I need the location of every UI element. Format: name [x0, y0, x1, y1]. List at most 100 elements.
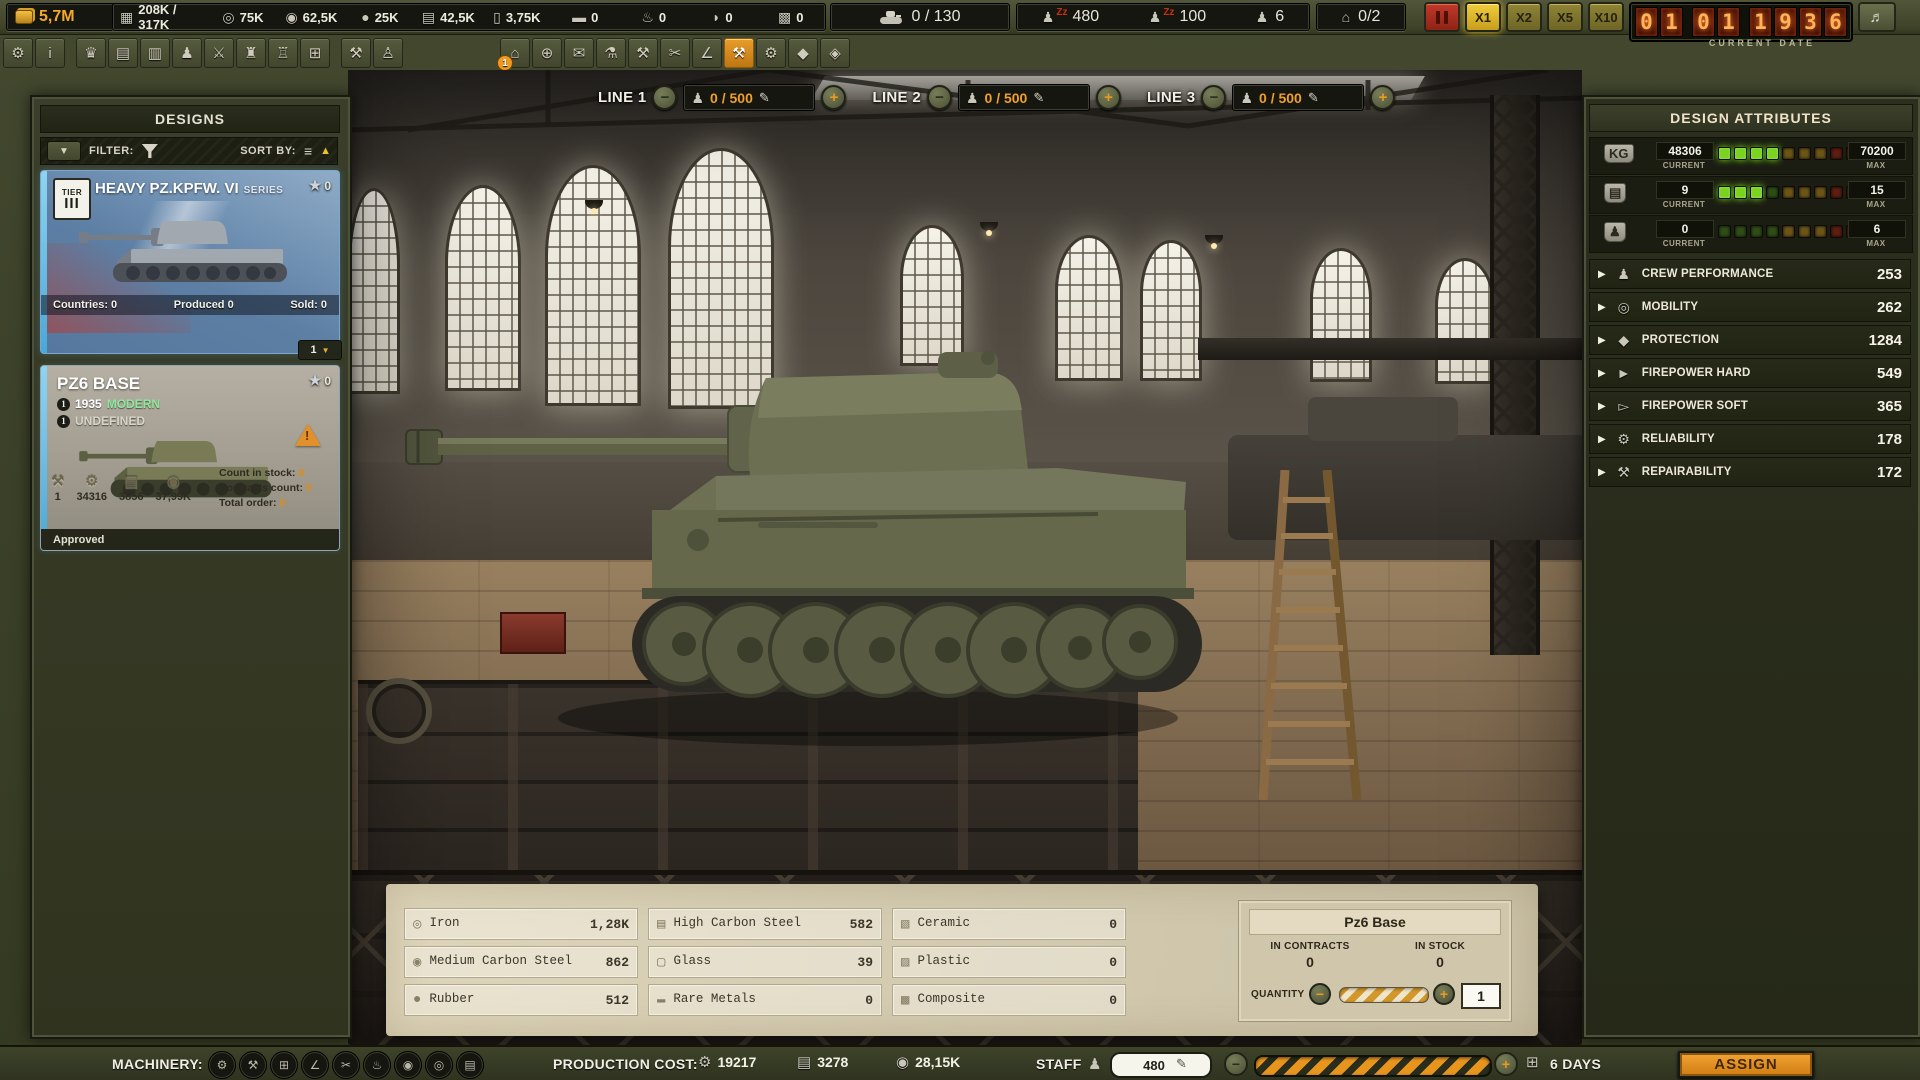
quantity-decrease-button[interactable]: − [1309, 983, 1331, 1005]
attr-repairability[interactable]: ▶ ⚒ REPAIRABILITY 172 [1589, 457, 1911, 487]
info-icon[interactable]: i [35, 38, 65, 68]
furnace-machine-icon[interactable]: ♨ [363, 1051, 391, 1079]
staff-decrease-button[interactable]: − [1224, 1052, 1248, 1076]
quantity-input[interactable] [1461, 983, 1501, 1009]
resource-item: ▬ 0 [551, 4, 619, 30]
mechanic-icon[interactable]: ⚒ [341, 38, 371, 68]
production-hammer-icon[interactable]: ⚒ [724, 38, 754, 68]
gauge-led [1734, 147, 1747, 160]
expand-arrow-icon[interactable]: ▶ [1598, 368, 1606, 379]
expand-arrow-icon[interactable]: ▶ [1598, 401, 1606, 412]
tank-depot-icon[interactable]: ◆ [788, 38, 818, 68]
attr-reliability[interactable]: ▶ ⚙ RELIABILITY 178 [1589, 424, 1911, 454]
speed-x10-button[interactable]: X10 [1588, 2, 1624, 32]
megaphone-icon[interactable]: ♬ [1858, 2, 1896, 32]
speed-x2-button[interactable]: X2 [1506, 2, 1542, 32]
in-contracts-label: IN CONTRACTS [1245, 941, 1375, 952]
design-card-series[interactable]: TIER III HEAVY PZ.KPFW. VISERIES ★0 Coun… [40, 170, 340, 354]
sort-icon[interactable]: ≡ [304, 143, 312, 159]
line-increase-button[interactable]: + [821, 85, 846, 110]
speed-x5-button[interactable]: X5 [1547, 2, 1583, 32]
line-decrease-button[interactable]: − [1201, 85, 1226, 110]
settings-icon[interactable]: ⚙ [3, 38, 33, 68]
gauge-led [1734, 225, 1747, 238]
toolbar-glyph: ⚒ [349, 44, 362, 62]
expand-arrow-icon[interactable]: ▶ [1598, 302, 1606, 313]
staff-slider[interactable] [1254, 1055, 1492, 1077]
edit-icon[interactable]: ✎ [759, 90, 770, 106]
cost-icon: ⚙ [698, 1053, 711, 1071]
expand-arrow-icon[interactable]: ▶ [1598, 335, 1606, 346]
staff-count-input[interactable] [1110, 1052, 1212, 1078]
press-machine-icon[interactable]: ⊞ [270, 1051, 298, 1079]
edit-icon[interactable]: ✎ [1308, 90, 1319, 106]
assign-button[interactable]: ASSIGN [1678, 1051, 1814, 1078]
newspaper-icon[interactable]: ▤ [108, 38, 138, 68]
material-label: Medium Carbon Steel [429, 955, 597, 968]
city-icon[interactable]: ♜ [236, 38, 266, 68]
reports-icon[interactable]: ▥ [140, 38, 170, 68]
agents-icon[interactable]: ♟ [172, 38, 202, 68]
quantity-slider[interactable] [1339, 987, 1429, 1003]
collapse-dropdown-button[interactable]: ▼ [47, 141, 81, 161]
welder-machine-icon[interactable]: ∠ [301, 1051, 329, 1079]
expand-arrow-icon[interactable]: ▶ [1598, 467, 1606, 478]
tuning-icon[interactable]: ✂ [660, 38, 690, 68]
workshop-icon[interactable]: ⚒ [628, 38, 658, 68]
line-3: LINE 3 − ♟ 0 / 500 ✎ + [1147, 84, 1395, 111]
attr-firepower-soft[interactable]: ▶ ▻ FIREPOWER SOFT 365 [1589, 391, 1911, 421]
material-glass: ▢ Glass 39 [648, 946, 882, 978]
info-icon[interactable]: 1 [57, 415, 70, 428]
worker-icon: ♟ [1240, 91, 1253, 105]
drill-machine-icon[interactable]: ✂ [332, 1051, 360, 1079]
vault-icon[interactable]: ⊞ [300, 38, 330, 68]
attr-protection[interactable]: ▶ ◆ PROTECTION 1284 [1589, 325, 1911, 355]
pause-button[interactable] [1424, 2, 1460, 32]
milling-machine-icon[interactable]: ⚒ [239, 1051, 267, 1079]
attr-mobility[interactable]: ▶ ◎ MOBILITY 262 [1589, 292, 1911, 322]
edit-icon[interactable]: ✎ [1176, 1056, 1187, 1072]
attr-firepower-hard[interactable]: ▶ ► FIREPOWER HARD 549 [1589, 358, 1911, 388]
filter-funnel-icon[interactable] [142, 144, 158, 158]
contracts-icon[interactable]: ✉ [564, 38, 594, 68]
engine-icon[interactable]: ⚙ [756, 38, 786, 68]
iron-pipes-icon: ◎ [222, 10, 234, 24]
speed-x1-button[interactable]: X1 [1465, 2, 1501, 32]
military-icon[interactable]: ⚔ [204, 38, 234, 68]
expand-arrow-icon[interactable]: ▶ [1598, 269, 1606, 280]
leather-icon: ▯ [493, 10, 501, 24]
tank-defense-icon[interactable]: ◈ [820, 38, 850, 68]
design-tools-icon[interactable]: ∠ [692, 38, 722, 68]
sort-direction-icon[interactable]: ▲ [320, 145, 331, 157]
engineer-icon[interactable]: ♙ [373, 38, 403, 68]
revision-dropdown[interactable]: 1 ▼ [298, 340, 342, 360]
money-panel: 5,7M [6, 3, 124, 31]
max-label: MAX [1848, 200, 1904, 209]
expand-arrow-icon[interactable]: ▶ [1598, 434, 1606, 445]
warning-icon[interactable] [295, 424, 321, 446]
achievements-icon[interactable]: ♛ [76, 38, 106, 68]
edit-icon[interactable]: ✎ [1033, 90, 1044, 106]
line-increase-button[interactable]: + [1370, 85, 1395, 110]
conveyor-machine-icon[interactable]: ▤ [456, 1051, 484, 1079]
gauge-led [1718, 147, 1731, 160]
gauge-current-value: 0 [1656, 220, 1714, 238]
grinder-machine-icon[interactable]: ◉ [394, 1051, 422, 1079]
toolbar-glyph: ♛ [84, 44, 97, 62]
world-market-icon[interactable]: ⊕ [532, 38, 562, 68]
material-high-carbon-steel: ▤ High Carbon Steel 582 [648, 908, 882, 940]
staff-increase-button[interactable]: + [1494, 1052, 1518, 1076]
lathe-machine-icon[interactable]: ⚙ [208, 1051, 236, 1079]
crane-machine-icon[interactable]: ◎ [425, 1051, 453, 1079]
info-icon[interactable]: 1 [57, 398, 70, 411]
line-increase-button[interactable]: + [1096, 85, 1121, 110]
line-decrease-button[interactable]: − [927, 85, 952, 110]
resource-value: 0 [725, 10, 732, 25]
government-icon[interactable]: ♖ [268, 38, 298, 68]
factory-icon[interactable]: ⌂1 [500, 38, 530, 68]
quantity-increase-button[interactable]: + [1433, 983, 1455, 1005]
line-decrease-button[interactable]: − [652, 85, 677, 110]
design-card-base[interactable]: PZ6 BASE ★0 1 1935 MODERN 1 UNDEFINED [40, 365, 340, 551]
research-icon[interactable]: ⚗ [596, 38, 626, 68]
attr-crew-performance[interactable]: ▶ ♟ CREW PERFORMANCE 253 [1589, 259, 1911, 289]
